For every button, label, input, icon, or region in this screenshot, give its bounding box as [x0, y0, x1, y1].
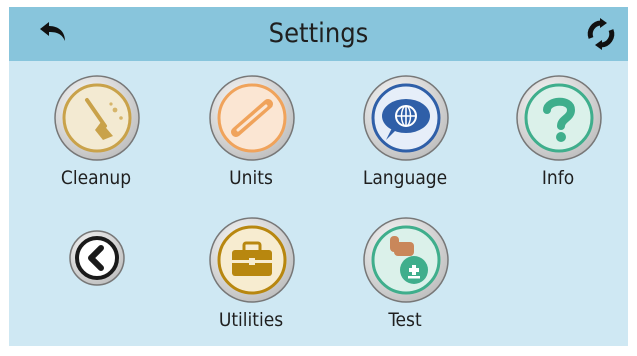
utilities-label: Utilities — [218, 309, 284, 331]
ruler-icon — [209, 75, 295, 161]
language-button[interactable]: Language — [350, 74, 460, 194]
refresh-button[interactable] — [583, 16, 619, 52]
question-icon — [516, 75, 602, 161]
test-label: Test — [388, 309, 422, 331]
back-button[interactable] — [37, 16, 73, 52]
info-button[interactable]: Info — [503, 74, 613, 194]
hand-plus-icon — [363, 217, 449, 303]
header-bar: Settings — [9, 7, 628, 61]
previous-page-button[interactable] — [41, 216, 151, 336]
settings-screen: Settings Cleanup Units Language Info Uti… — [9, 7, 628, 346]
cleanup-button[interactable]: Cleanup — [41, 74, 151, 194]
units-button[interactable]: Units — [196, 74, 306, 194]
cleanup-label: Cleanup — [60, 167, 132, 189]
page-title: Settings — [268, 18, 369, 49]
language-label: Language — [362, 167, 448, 189]
globe-speech-icon — [363, 75, 449, 161]
chevron-left-icon — [69, 230, 125, 286]
toolbox-icon — [209, 217, 295, 303]
test-button[interactable]: Test — [350, 216, 460, 336]
units-label: Units — [229, 167, 273, 189]
back-arrow-icon — [40, 22, 65, 41]
refresh-icon — [587, 18, 615, 50]
utilities-button[interactable]: Utilities — [196, 216, 306, 336]
broom-icon — [54, 75, 140, 161]
info-label: Info — [541, 167, 575, 189]
